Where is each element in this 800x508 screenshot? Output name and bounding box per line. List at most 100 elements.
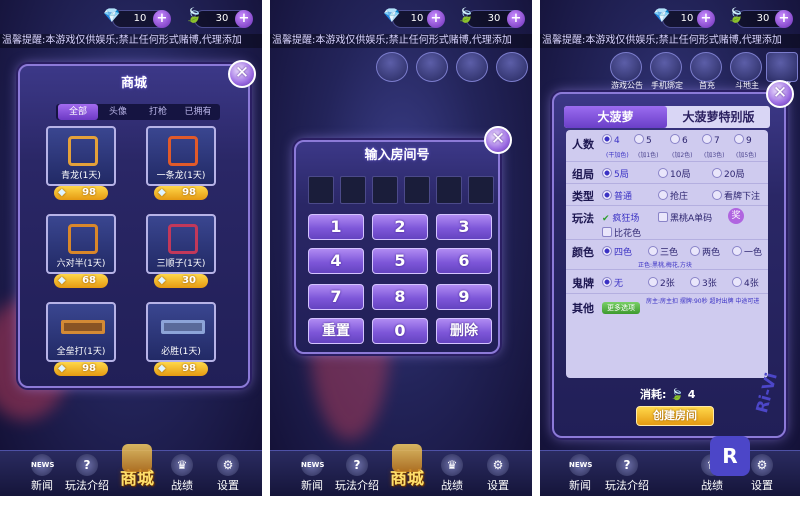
- tab-gun[interactable]: 打枪: [138, 104, 178, 120]
- key-5[interactable]: 5: [372, 248, 428, 274]
- reset-button[interactable]: 重置: [308, 318, 364, 344]
- feature-icons: [270, 52, 532, 82]
- nav-shop[interactable]: 商城: [106, 450, 168, 490]
- news-icon: NEWS: [301, 454, 323, 476]
- add-gems-button[interactable]: +: [427, 10, 445, 28]
- tab-classic[interactable]: 大菠萝: [564, 106, 667, 128]
- gear-icon: ⚙: [487, 454, 509, 476]
- frame-art-icon: [168, 224, 198, 254]
- cards-icon[interactable]: 斗地主: [730, 52, 762, 82]
- players-option[interactable]: 9: [734, 134, 752, 146]
- phone-icon[interactable]: 手机绑定: [650, 52, 682, 82]
- type-option[interactable]: 看牌下注: [712, 189, 760, 202]
- nav-news[interactable]: NEWS新闻: [290, 454, 334, 493]
- diamond-icon: 💎: [383, 8, 400, 24]
- key-8[interactable]: 8: [372, 284, 428, 310]
- other-description: 房主:房主扣 摆牌:90秒 超时出牌 中途可进: [646, 298, 764, 306]
- gift-icon[interactable]: 首充: [690, 52, 722, 82]
- nav-settings[interactable]: ⚙设置: [476, 454, 520, 493]
- gear-icon: ⚙: [751, 454, 773, 476]
- shop-item[interactable]: 一条龙(1天) ◆98: [146, 126, 216, 198]
- nav-settings[interactable]: ⚙设置: [206, 454, 250, 493]
- diamond-icon: ◆: [58, 274, 66, 288]
- notice-icon[interactable]: [376, 52, 408, 82]
- ghost-option[interactable]: 4张: [732, 276, 759, 289]
- play-option[interactable]: ✔ 疯狂场: [602, 211, 639, 224]
- color-option[interactable]: 四色: [602, 245, 632, 258]
- add-leaves-button[interactable]: +: [235, 10, 253, 28]
- price-button[interactable]: ◆98: [54, 186, 108, 200]
- shop-screen: 💎 10 + 🍃 30 + 温馨提醒:本游戏仅供娱乐;禁止任何形式赌博,代理添加…: [0, 0, 262, 496]
- color-option[interactable]: 两色: [690, 245, 720, 258]
- shop-item[interactable]: 必胜(1天) ◆98: [146, 302, 216, 374]
- price-button[interactable]: ◆68: [54, 274, 108, 288]
- price-button[interactable]: ◆98: [54, 362, 108, 376]
- ghost-option[interactable]: 无: [602, 276, 623, 289]
- check-icon: ✔: [602, 214, 610, 224]
- rounds-option[interactable]: 5局: [602, 167, 629, 180]
- price-button[interactable]: ◆98: [154, 362, 208, 376]
- phone-icon[interactable]: [416, 52, 448, 82]
- room-close-button[interactable]: ✕: [484, 126, 512, 154]
- rounds-row: 组局 5局 10局 20局: [566, 162, 768, 184]
- download-icon[interactable]: 领奖: [766, 52, 798, 82]
- add-leaves-button[interactable]: +: [775, 10, 793, 28]
- delete-button[interactable]: 删除: [436, 318, 492, 344]
- tab-owned[interactable]: 已拥有: [178, 104, 218, 120]
- play-option[interactable]: 黑桃A单码: [658, 211, 712, 224]
- leaf-icon: 🍃: [457, 8, 474, 24]
- key-4[interactable]: 4: [308, 248, 364, 274]
- type-option[interactable]: 抢庄: [658, 189, 688, 202]
- rounds-option[interactable]: 20局: [712, 167, 744, 180]
- cards-icon[interactable]: [496, 52, 528, 82]
- key-0[interactable]: 0: [372, 318, 428, 344]
- create-room-button[interactable]: 创建房间: [636, 406, 714, 426]
- color-option[interactable]: 三色: [648, 245, 678, 258]
- tab-all[interactable]: 全部: [58, 104, 98, 120]
- nav-shop[interactable]: 商城: [376, 450, 438, 490]
- shop-item[interactable]: 全垒打(1天) ◆98: [46, 302, 116, 374]
- color-option[interactable]: 一色: [732, 245, 762, 258]
- add-leaves-button[interactable]: +: [507, 10, 525, 28]
- reward-badge: 奖: [728, 208, 744, 224]
- digit-slot: [372, 176, 398, 204]
- nav-rules[interactable]: ?玩法介绍: [600, 454, 654, 493]
- players-option[interactable]: 5: [634, 134, 652, 146]
- digit-slot: [436, 176, 462, 204]
- shop-item[interactable]: 青龙(1天) ◆98: [46, 126, 116, 198]
- add-gems-button[interactable]: +: [153, 10, 171, 28]
- key-9[interactable]: 9: [436, 284, 492, 310]
- shop-item[interactable]: 三顺子(1天) ◆30: [146, 214, 216, 286]
- diamond-icon: ◆: [58, 362, 66, 376]
- add-gems-button[interactable]: +: [697, 10, 715, 28]
- rounds-option[interactable]: 10局: [658, 167, 690, 180]
- create-close-button[interactable]: ✕: [766, 80, 794, 108]
- nav-news[interactable]: NEWS新闻: [558, 454, 602, 493]
- nav-records[interactable]: ♛战绩: [430, 454, 474, 493]
- tab-special[interactable]: 大菠萝特别版: [667, 106, 770, 128]
- key-3[interactable]: 3: [436, 214, 492, 240]
- type-option[interactable]: 普通: [602, 189, 632, 202]
- tab-avatar[interactable]: 头像: [98, 104, 138, 120]
- gift-icon[interactable]: [456, 52, 488, 82]
- price-button[interactable]: ◆30: [154, 274, 208, 288]
- shop-item[interactable]: 六对半(1天) ◆68: [46, 214, 116, 286]
- notice-marquee: 温馨提醒:本游戏仅供娱乐;禁止任何形式赌博,代理添加: [540, 34, 800, 48]
- key-7[interactable]: 7: [308, 284, 364, 310]
- play-option[interactable]: 比花色: [602, 226, 641, 239]
- more-options-button[interactable]: 更多选项: [602, 302, 640, 314]
- players-option[interactable]: 7: [702, 134, 720, 146]
- price-button[interactable]: ◆98: [154, 186, 208, 200]
- shop-close-button[interactable]: ✕: [228, 60, 256, 88]
- key-1[interactable]: 1: [308, 214, 364, 240]
- nav-news[interactable]: NEWS新闻: [20, 454, 64, 493]
- players-option[interactable]: 6: [670, 134, 688, 146]
- notice-icon[interactable]: 游戏公告: [610, 52, 642, 82]
- ghost-option[interactable]: 3张: [690, 276, 717, 289]
- ghost-option[interactable]: 2张: [648, 276, 675, 289]
- key-2[interactable]: 2: [372, 214, 428, 240]
- key-6[interactable]: 6: [436, 248, 492, 274]
- gem-counter: 💎 10 +: [392, 10, 442, 28]
- nav-records[interactable]: ♛战绩: [160, 454, 204, 493]
- players-option[interactable]: 4: [602, 134, 620, 146]
